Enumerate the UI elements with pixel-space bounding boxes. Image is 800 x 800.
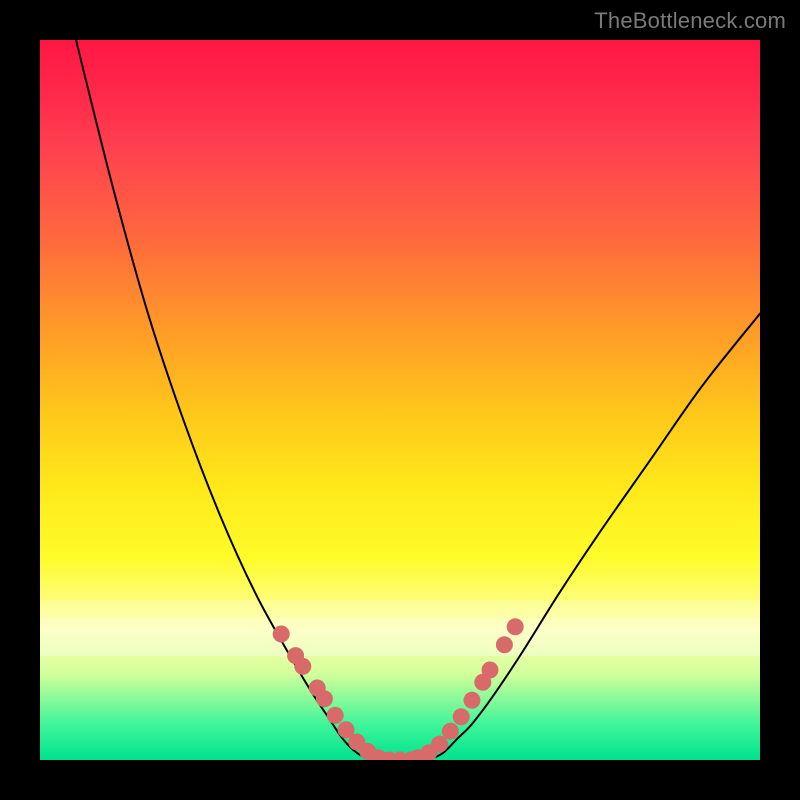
marker-dot bbox=[327, 707, 344, 724]
marker-dot bbox=[294, 658, 311, 675]
marker-dot bbox=[431, 736, 448, 753]
highlight-band-upper bbox=[40, 600, 760, 618]
series-right-curve bbox=[429, 314, 760, 760]
marker-dot bbox=[316, 690, 333, 707]
chart-overlay bbox=[40, 40, 760, 760]
marker-dot bbox=[482, 662, 499, 679]
highlight-band bbox=[40, 618, 760, 656]
marker-dot bbox=[453, 708, 470, 725]
marker-dot bbox=[273, 626, 290, 643]
marker-dot bbox=[464, 692, 481, 709]
marker-dot bbox=[507, 618, 524, 635]
marker-dot bbox=[442, 723, 459, 740]
chart-frame: TheBottleneck.com bbox=[0, 0, 800, 800]
watermark-text: TheBottleneck.com bbox=[594, 8, 786, 34]
marker-dot bbox=[496, 636, 513, 653]
